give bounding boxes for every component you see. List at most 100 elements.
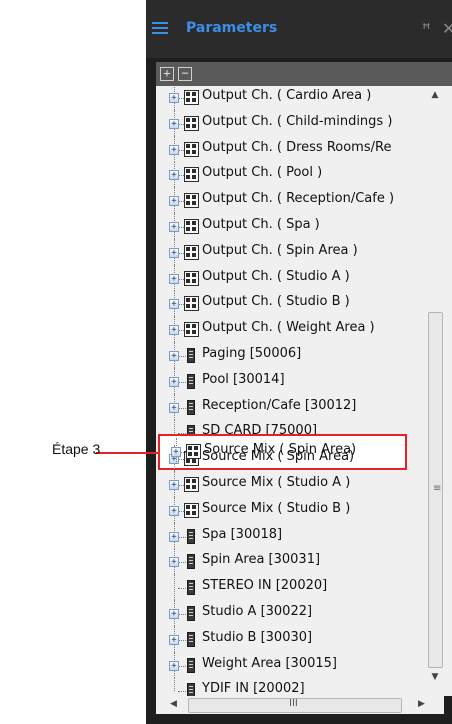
tree-item[interactable]: + Studio B [30030]	[156, 625, 446, 652]
expand-icon[interactable]: +	[169, 531, 179, 542]
tree-item[interactable]: + Paging [50006]	[156, 342, 446, 368]
tree-item-label: STEREO IN [20020]	[202, 578, 328, 594]
horizontal-scroll-thumb[interactable]: III	[188, 698, 402, 713]
grip-icon: ≡	[433, 483, 442, 494]
matrix-icon	[184, 322, 199, 338]
tree-item-label: Reception/Cafe [30012]	[202, 397, 357, 413]
expand-icon[interactable]: +	[169, 299, 179, 310]
expand-icon[interactable]: +	[169, 351, 179, 361]
tree-connector	[178, 356, 186, 357]
tree-connector	[178, 614, 186, 615]
expand-icon[interactable]: +	[169, 402, 179, 413]
tree-item-label: Output Ch. ( Pool )	[202, 165, 323, 181]
tree-item[interactable]: + Spa [30018]	[156, 522, 446, 549]
device-icon	[187, 399, 195, 415]
expand-icon[interactable]: +	[169, 144, 179, 155]
tree-item[interactable]: + Output Ch. ( Studio A )	[156, 264, 446, 291]
tree-item-label: Output Ch. ( Reception/Cafe )	[202, 191, 395, 207]
expand-icon[interactable]: +	[169, 118, 179, 129]
tree-item[interactable]: + Output Ch. ( Studio B )	[156, 290, 446, 317]
matrix-icon	[184, 115, 199, 131]
expand-icon[interactable]: +	[169, 247, 179, 258]
tree-item[interactable]: + Studio A [30022]	[156, 600, 446, 626]
tree-item[interactable]: + Pool [30014]	[156, 367, 446, 394]
tree-item[interactable]: + Output Ch. ( Dress Rooms/Re	[156, 135, 446, 162]
tree-item[interactable]: + Output Ch. ( Spa )	[156, 213, 446, 239]
collapse-all-button[interactable]: −	[178, 67, 192, 81]
tree-connector-line	[174, 574, 175, 601]
tree-item-label: Output Ch. ( Spa )	[202, 217, 320, 232]
tree-item[interactable]: + Output Ch. ( Reception/Cafe )	[156, 187, 446, 214]
tree-item[interactable]: + Spin Area [30031]	[156, 548, 446, 575]
parameter-tree: + Output Ch. ( Cardio Area ) + Output Ch. (…	[156, 86, 452, 696]
scroll-left-arrow-icon[interactable]: ◀	[170, 699, 177, 709]
matrix-icon	[184, 219, 199, 234]
device-icon	[187, 657, 195, 673]
device-icon	[187, 683, 195, 696]
expand-icon[interactable]: +	[171, 447, 181, 457]
tree-item-label: Source Mix ( Studio B )	[202, 500, 351, 516]
device-icon	[187, 580, 195, 596]
tree-item[interactable]: + Reception/Cafe [30012]	[156, 393, 446, 420]
expand-icon[interactable]: +	[169, 170, 179, 181]
tree-item-label: Output Ch. ( Spin Area )	[202, 242, 358, 258]
tree-item[interactable]: YDIF IN [20002]	[156, 677, 446, 696]
tree-item-label: YDIF IN [20002]	[202, 681, 305, 696]
tree-item[interactable]: + Source Mix ( Studio A )	[156, 471, 446, 497]
device-icon	[187, 631, 195, 647]
expand-icon[interactable]: +	[169, 196, 179, 207]
tree-connector	[178, 639, 186, 641]
tree-connector	[178, 562, 186, 564]
tree-connector	[178, 665, 186, 667]
device-icon	[187, 606, 195, 621]
matrix-icon	[184, 244, 199, 260]
scroll-down-arrow-icon[interactable]: ▼	[426, 672, 444, 690]
matrix-icon	[184, 270, 199, 286]
matrix-icon	[184, 193, 199, 209]
tree-connector	[178, 588, 186, 590]
tree-item-label: Paging [50006]	[202, 346, 302, 361]
horizontal-scrollbar[interactable]: ◀ III ▶	[156, 696, 444, 714]
expand-icon[interactable]: +	[169, 557, 179, 568]
device-icon	[187, 348, 195, 363]
expand-icon[interactable]: +	[169, 634, 179, 645]
list-icon	[152, 21, 168, 37]
tree-connector-line	[174, 677, 175, 692]
pin-icon[interactable]: ꟸ	[422, 20, 431, 38]
scroll-up-arrow-icon[interactable]: ▲	[426, 90, 444, 108]
expand-icon[interactable]: +	[169, 93, 179, 103]
close-icon[interactable]: ✕	[442, 19, 452, 38]
vertical-scroll-thumb[interactable]: ≡	[428, 312, 443, 668]
expand-icon[interactable]: +	[169, 376, 179, 387]
tree-item[interactable]: + Source Mix ( Studio B )	[156, 496, 446, 523]
expand-icon[interactable]: +	[169, 222, 179, 232]
expand-icon[interactable]: +	[169, 660, 179, 671]
tree-item-label: Source Mix ( Spin Area)	[204, 442, 357, 457]
tree-item-label: Source Mix ( Studio A )	[202, 475, 351, 490]
tree-item[interactable]: + Output Ch. ( Weight Area )	[156, 316, 446, 343]
vertical-scrollbar[interactable]: ▲ ≡ ▼	[426, 86, 444, 696]
expand-icon[interactable]: +	[169, 480, 179, 490]
expand-icon[interactable]: +	[169, 325, 179, 336]
tree-item-label: Spin Area [30031]	[202, 552, 321, 568]
tree-toolbar: + −	[156, 62, 452, 86]
tree-item[interactable]: STEREO IN [20020]	[156, 574, 446, 601]
tree-item-label: Output Ch. ( Dress Rooms/Re	[202, 139, 392, 155]
highlighted-tree-item[interactable]: + Source Mix ( Spin Area)	[158, 438, 448, 464]
expand-icon[interactable]: +	[169, 505, 179, 516]
tree-item[interactable]: + Output Ch. ( Cardio Area )	[156, 86, 446, 110]
expand-all-button[interactable]: +	[160, 67, 174, 81]
tree-item[interactable]: + Weight Area [30015]	[156, 651, 446, 678]
expand-icon[interactable]: +	[169, 609, 179, 619]
scroll-right-arrow-icon[interactable]: ▶	[418, 699, 425, 709]
tree-item[interactable]: + Output Ch. ( Pool )	[156, 161, 446, 188]
device-icon	[187, 528, 195, 544]
device-icon	[187, 554, 195, 570]
panel-title: Parameters	[186, 20, 278, 36]
expand-icon[interactable]: +	[169, 273, 179, 284]
matrix-icon	[186, 444, 201, 459]
tree-item-label: Output Ch. ( Cardio Area )	[202, 88, 372, 103]
tree-item[interactable]: + Output Ch. ( Child-mindings )	[156, 109, 446, 136]
tree-item[interactable]: + Output Ch. ( Spin Area )	[156, 238, 446, 265]
tree-item-label: Spa [30018]	[202, 526, 283, 542]
